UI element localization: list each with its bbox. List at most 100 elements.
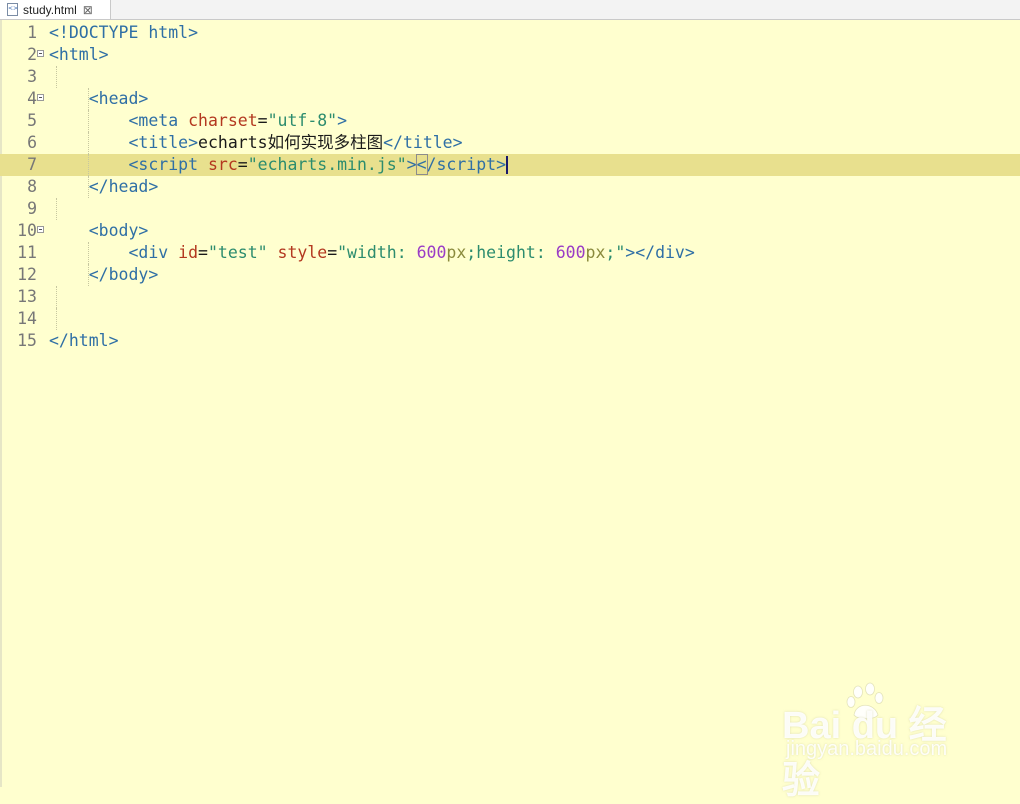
code-text: <body> <box>49 220 149 242</box>
code-line[interactable]: 6 <title>echarts如何实现多柱图</title> <box>0 132 1020 154</box>
code-text: </body> <box>49 264 159 286</box>
line-number: 10 <box>17 221 37 240</box>
code-text: <title>echarts如何实现多柱图</title> <box>49 132 463 154</box>
line-number: 8 <box>27 177 37 196</box>
code-token: = <box>237 155 248 174</box>
code-token: = <box>257 111 268 130</box>
line-number: 12 <box>17 265 37 284</box>
tab-study-html[interactable]: study.html ⊠ <box>0 0 111 19</box>
code-token: style <box>277 243 328 262</box>
fold-toggle-icon[interactable] <box>37 50 44 57</box>
code-line[interactable]: 1 <!DOCTYPE html> <box>0 22 1020 44</box>
baidu-jingyan-watermark: Bai du 经验 jingyan.baidu.com <box>780 682 980 802</box>
code-token: = <box>198 243 208 262</box>
html-file-icon <box>7 3 18 16</box>
code-token: <head> <box>88 89 149 108</box>
code-token: ></div> <box>625 243 695 262</box>
code-token: charset <box>188 111 258 130</box>
code-token: < <box>415 154 428 175</box>
indent-guide <box>56 66 57 88</box>
code-token: </html> <box>49 331 119 350</box>
code-text: <meta charset="utf-8"> <box>49 110 347 132</box>
line-number: 9 <box>27 199 37 218</box>
code-line[interactable]: 11 <div id="test" style="width: 600px;he… <box>0 242 1020 264</box>
code-token: 600 <box>416 243 447 262</box>
code-line[interactable]: 2 <html> <box>0 44 1020 66</box>
line-number: 7 <box>27 155 37 174</box>
watermark-url: jingyan.baidu.com <box>786 738 948 760</box>
code-line[interactable]: 13 <box>0 286 1020 308</box>
fold-toggle-icon[interactable] <box>37 226 44 233</box>
code-text: <div id="test" style="width: 600px;heigh… <box>49 242 695 264</box>
line-number: 13 <box>17 287 37 306</box>
indent-guide <box>88 176 89 198</box>
code-text: <!DOCTYPE html> <box>49 22 198 44</box>
code-token: "utf-8" <box>267 111 338 130</box>
indent-guide <box>56 286 57 308</box>
code-line[interactable]: 10 <body> <box>0 220 1020 242</box>
code-line[interactable]: 4 <head> <box>0 88 1020 110</box>
line-number: 2 <box>27 45 37 64</box>
text-caret <box>506 155 509 174</box>
code-token: <body> <box>88 221 149 240</box>
code-token: > <box>406 155 417 174</box>
indent-guide <box>88 110 89 132</box>
code-token: </title> <box>383 133 463 152</box>
code-line[interactable]: 14 <box>0 308 1020 330</box>
code-token: <div <box>128 243 179 262</box>
code-token: src <box>207 155 238 174</box>
code-text: <html> <box>49 44 109 66</box>
indent-guide <box>56 198 57 220</box>
code-text: </html> <box>49 330 119 352</box>
line-number: 5 <box>27 111 37 130</box>
fold-toggle-icon[interactable] <box>37 94 44 101</box>
code-line[interactable]: 3 <box>0 66 1020 88</box>
code-token: "width: <box>337 243 417 262</box>
code-token: id <box>178 243 199 262</box>
code-text: <script src="echarts.min.js"></script> <box>49 154 509 176</box>
indent-guide <box>88 88 89 110</box>
code-token: <meta <box>128 111 189 130</box>
code-text: <head> <box>49 88 149 110</box>
code-token: <script <box>128 155 208 174</box>
close-tab-icon[interactable]: ⊠ <box>83 3 93 17</box>
code-line[interactable]: 9 <box>0 198 1020 220</box>
line-number: 6 <box>27 133 37 152</box>
code-line[interactable]: 15 </html> <box>0 330 1020 352</box>
line-number: 1 <box>27 23 37 42</box>
editor-tab-bar: study.html ⊠ <box>0 0 1020 20</box>
code-token: <!DOCTYPE html> <box>49 23 199 42</box>
indent-guide <box>88 242 89 264</box>
code-text: </head> <box>49 176 159 198</box>
code-token: /script> <box>426 155 507 174</box>
code-token: px <box>585 243 606 262</box>
code-editor[interactable]: 1 <!DOCTYPE html> 2 <html> 3 4 <head> 5 <meta … <box>0 22 1020 352</box>
line-number: 4 <box>27 89 37 108</box>
line-number: 11 <box>17 243 37 262</box>
code-token: echarts如何实现多柱图 <box>198 133 384 152</box>
code-line[interactable]: 8 </head> <box>0 176 1020 198</box>
tab-filename: study.html <box>23 2 77 17</box>
code-line[interactable]: 12 </body> <box>0 264 1020 286</box>
line-number: 15 <box>17 331 37 350</box>
code-token: </head> <box>88 177 159 196</box>
code-token: "echarts.min.js" <box>247 155 407 174</box>
code-token: ;height: <box>466 243 556 262</box>
indent-guide <box>88 132 89 154</box>
code-token: <title> <box>128 133 199 152</box>
line-number: 14 <box>17 309 37 328</box>
code-token: > <box>337 111 348 130</box>
code-token: <html> <box>49 45 109 64</box>
code-token: ;" <box>605 243 626 262</box>
code-line[interactable]: 7 <script src="echarts.min.js"></script> <box>0 154 1020 176</box>
indent-guide <box>56 308 57 330</box>
code-token: 600 <box>555 243 586 262</box>
code-token: = <box>327 243 338 262</box>
code-token: </body> <box>88 265 159 284</box>
code-line[interactable]: 5 <meta charset="utf-8"> <box>0 110 1020 132</box>
code-token: "test" <box>207 243 278 262</box>
